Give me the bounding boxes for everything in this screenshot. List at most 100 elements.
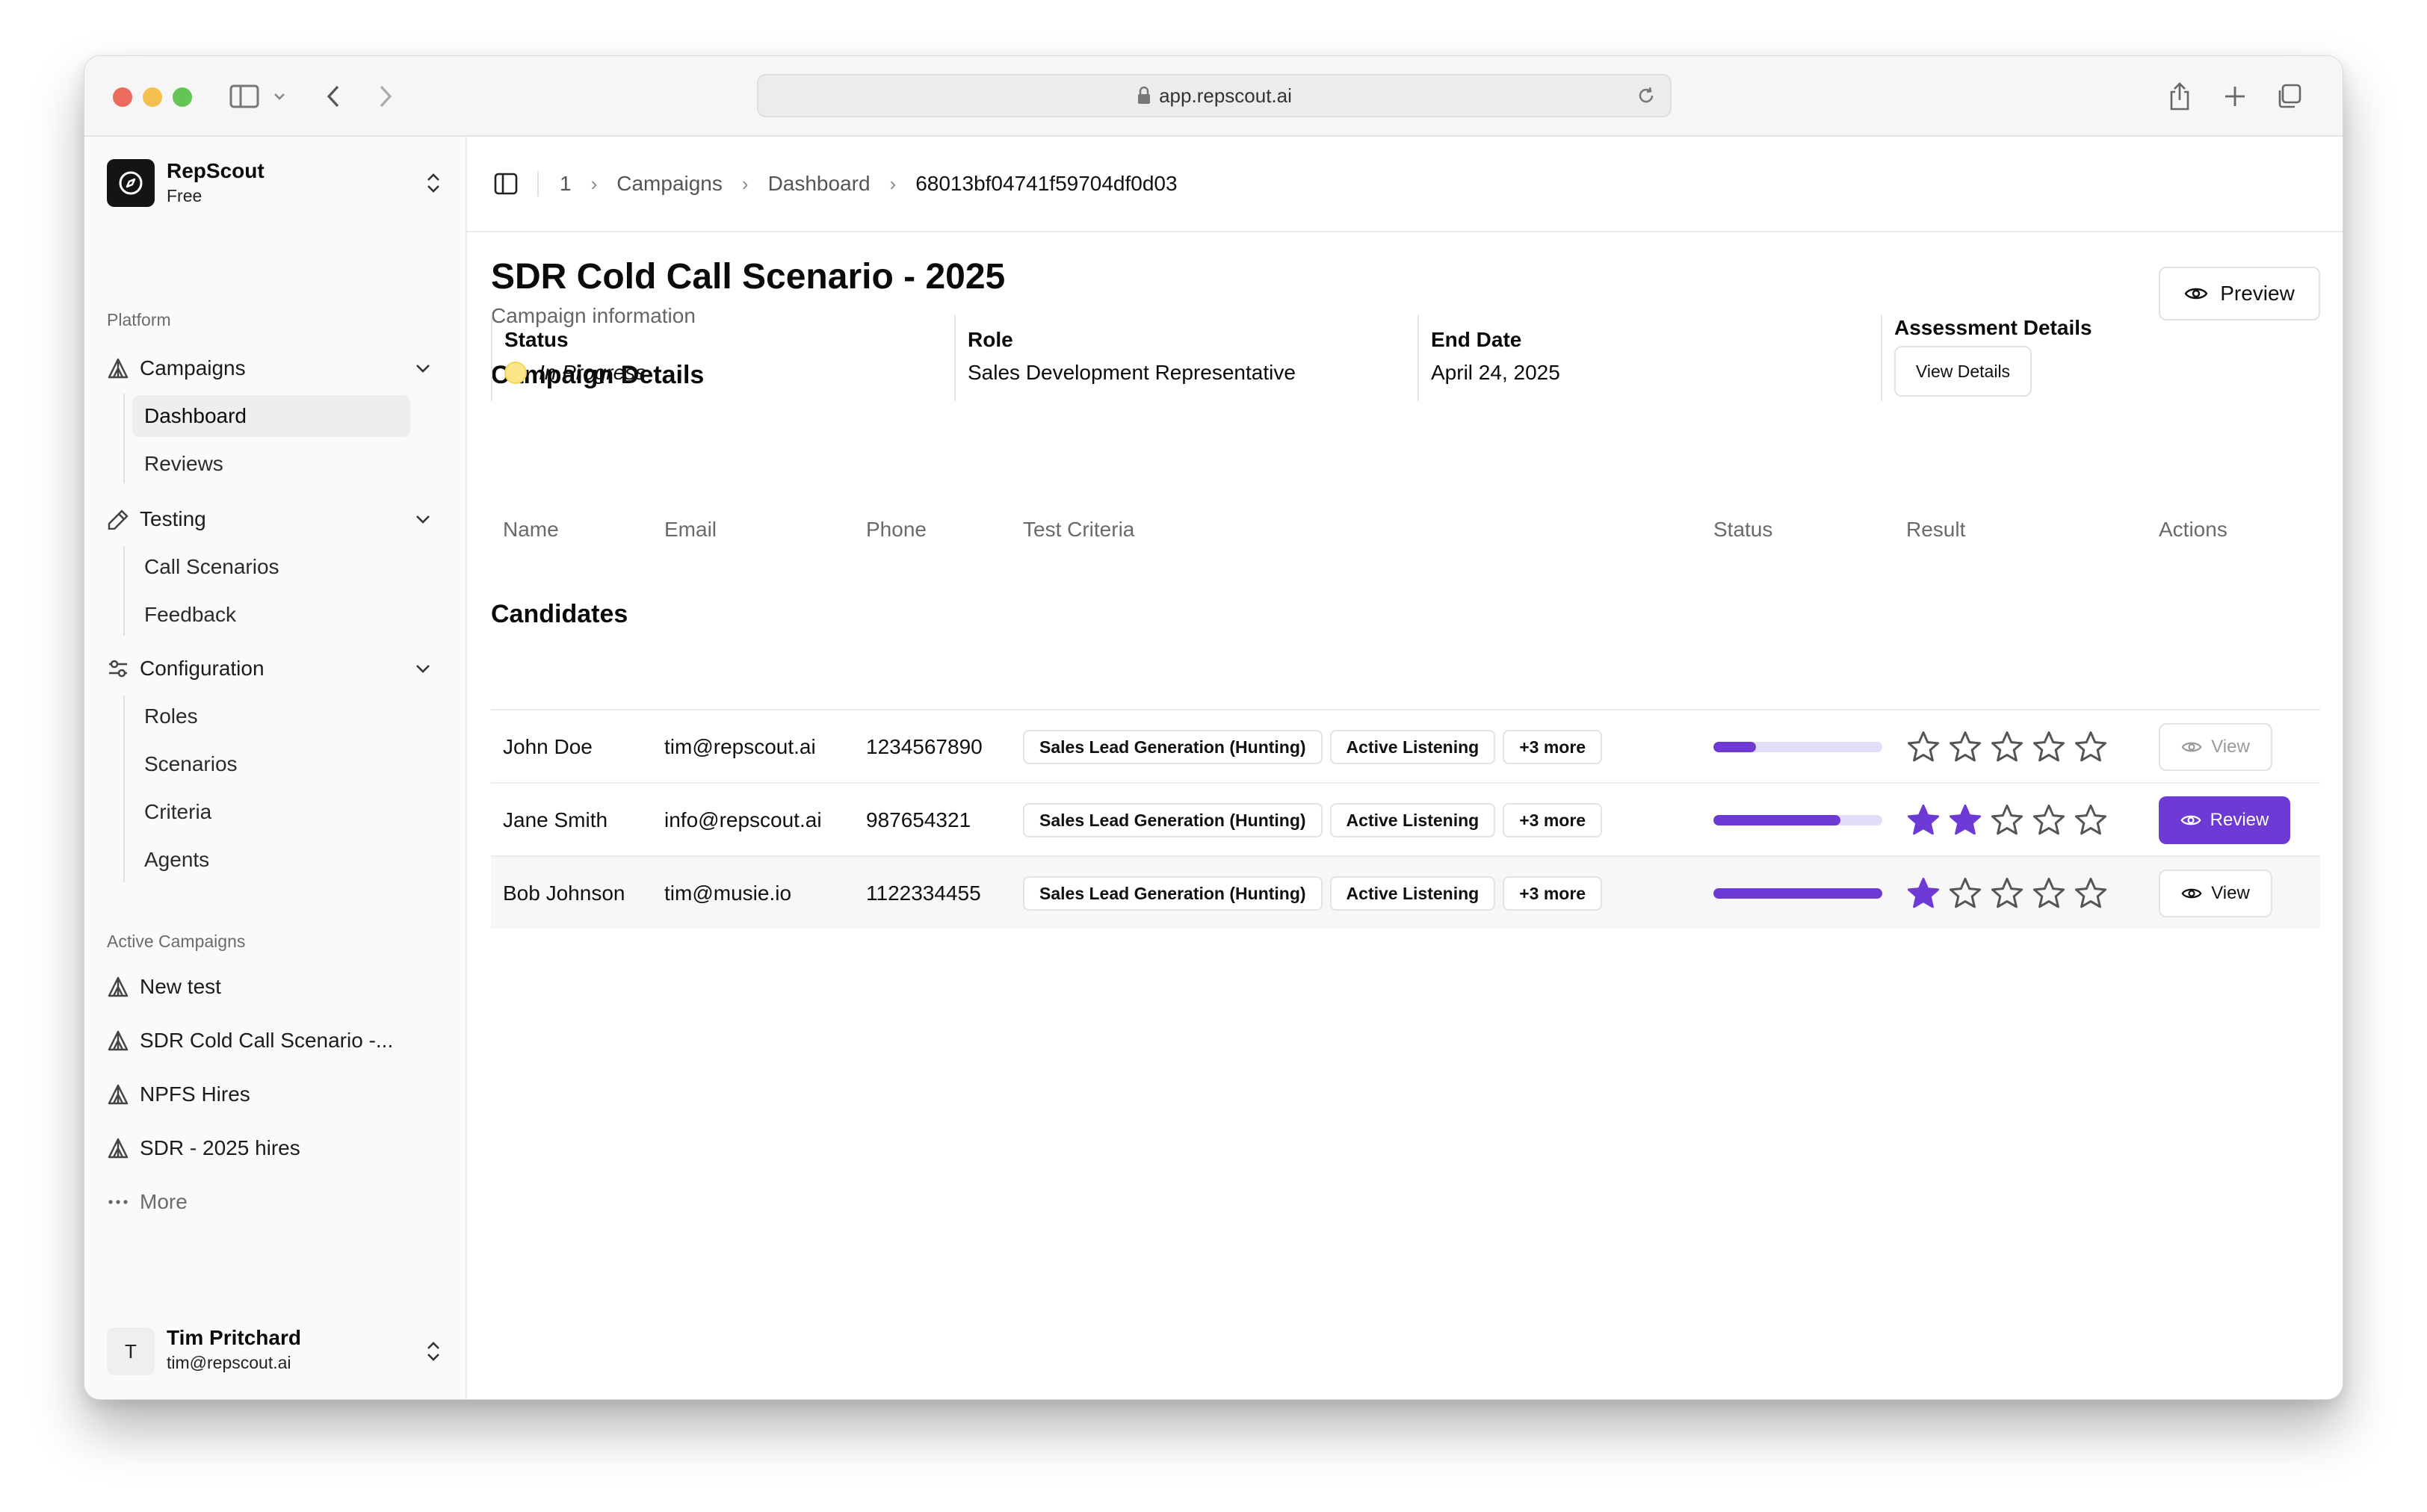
star-outline-icon [1907, 731, 1940, 762]
sidebar-item-roles[interactable]: Roles [132, 695, 410, 737]
table-row[interactable]: Jane Smith info@repscout.ai 987654321 Sa… [491, 782, 2320, 855]
star-rating [1906, 857, 2115, 930]
close-window-button[interactable] [113, 87, 132, 107]
breadcrumb-item[interactable]: Campaigns [616, 172, 723, 196]
active-campaign-item[interactable]: NPFS Hires [107, 1073, 250, 1115]
sidebar-item-scenarios[interactable]: Scenarios [132, 743, 410, 785]
star-outline-icon [2074, 804, 2107, 835]
table-row[interactable]: John Doe tim@repscout.ai 1234567890 Sale… [491, 709, 2320, 782]
minimize-window-button[interactable] [143, 87, 162, 107]
active-campaign-label: SDR - 2025 hires [140, 1136, 300, 1159]
review-button[interactable]: Review [2159, 796, 2290, 844]
share-icon[interactable] [2165, 80, 2195, 113]
chevron-down-icon[interactable] [415, 663, 431, 674]
tent-icon [108, 976, 129, 997]
more-campaigns-link[interactable]: More [107, 1181, 188, 1223]
star-outline-icon [2074, 731, 2107, 762]
end-date-label: End Date [1431, 328, 1522, 351]
org-switcher[interactable]: RepScout Free [107, 158, 442, 207]
status-dot [504, 362, 527, 384]
sidebar-item-reviews[interactable]: Reviews [132, 443, 410, 485]
chevron-right-icon: › [590, 172, 598, 195]
more-criteria-chip[interactable]: +3 more [1503, 876, 1603, 911]
sidebar-item-testing[interactable]: Testing [107, 498, 442, 540]
pencil-icon [108, 509, 129, 530]
compass-icon [119, 171, 143, 195]
active-campaign-label: SDR Cold Call Scenario -... [140, 1029, 394, 1052]
sidebar-item-agents[interactable]: Agents [132, 839, 410, 881]
criteria-chip: Active Listening [1329, 730, 1496, 764]
active-campaign-label: NPFS Hires [140, 1082, 250, 1106]
back-icon[interactable] [322, 83, 344, 110]
address-bar[interactable]: app.repscout.ai [757, 74, 1672, 117]
sidebar-item-criteria[interactable]: Criteria [132, 791, 410, 833]
criteria-chip: Sales Lead Generation (Hunting) [1023, 876, 1323, 911]
sidebar: RepScout Free Platform Campaigns Dashboa… [84, 137, 467, 1399]
active-campaign-item[interactable]: New test [107, 966, 221, 1008]
chevrons-up-down-icon [427, 173, 439, 193]
chevron-right-icon: › [741, 172, 749, 195]
sidebar-item-dashboard[interactable]: Dashboard [132, 395, 410, 437]
submenu-line [123, 546, 125, 636]
tent-icon [108, 1030, 129, 1051]
breadcrumb-divider [537, 171, 539, 196]
candidate-email: tim@musie.io [664, 882, 792, 905]
star-outline-icon [1991, 731, 2023, 762]
user-menu[interactable]: T Tim Pritchard tim@repscout.ai [107, 1324, 442, 1377]
view-button[interactable]: View [2159, 870, 2272, 917]
detail-assessment: Assessment Details View Details [1881, 315, 2320, 401]
view-details-button[interactable]: View Details [1894, 346, 2032, 397]
active-campaign-item[interactable]: SDR - 2025 hires [107, 1127, 300, 1169]
sidebar-toggle-icon[interactable] [494, 173, 518, 195]
sidebar-item-feedback[interactable]: Feedback [132, 594, 410, 636]
review-label: Review [2210, 810, 2269, 830]
criteria-chip: Sales Lead Generation (Hunting) [1023, 730, 1323, 764]
star-filled-icon [1907, 804, 1940, 835]
candidate-phone: 1122334455 [866, 882, 981, 905]
url-text: app.repscout.ai [1159, 84, 1292, 107]
tent-icon [108, 358, 129, 379]
chevron-down-icon[interactable] [271, 86, 288, 107]
zoom-window-button[interactable] [173, 87, 192, 107]
candidate-phone: 1234567890 [866, 735, 983, 758]
sidebar-item-configuration[interactable]: Configuration [107, 648, 442, 690]
tent-icon [108, 1138, 129, 1159]
new-tab-icon[interactable] [2220, 81, 2250, 111]
chevron-down-icon[interactable] [415, 363, 431, 374]
test-criteria: Sales Lead Generation (Hunting) Active L… [1023, 784, 1610, 857]
browser-window: app.repscout.ai RepScout Free Platform C… [84, 55, 2343, 1400]
tab-overview-icon[interactable] [2274, 81, 2304, 111]
forward-icon[interactable] [374, 83, 397, 110]
reload-icon[interactable] [1636, 85, 1657, 106]
submenu-line [123, 695, 125, 882]
candidate-name: John Doe [503, 735, 593, 758]
test-criteria: Sales Lead Generation (Hunting) Active L… [1023, 857, 1610, 930]
progress-status [1713, 710, 1882, 784]
more-criteria-chip[interactable]: +3 more [1503, 730, 1603, 764]
actions: Review [2159, 784, 2290, 857]
sidebar-item-label: Campaigns [140, 356, 246, 379]
eye-icon [2181, 888, 2202, 899]
status-label: Status [504, 328, 569, 351]
star-filled-icon [1949, 804, 1982, 835]
chevron-down-icon[interactable] [415, 514, 431, 524]
table-row[interactable]: Bob Johnson tim@musie.io 1122334455 Sale… [491, 855, 2320, 929]
column-header-status: Status [1713, 518, 1773, 541]
more-criteria-chip[interactable]: +3 more [1503, 803, 1603, 837]
criteria-chip: Active Listening [1329, 876, 1496, 911]
breadcrumb-current: 68013bf04741f59704df0d03 [915, 172, 1178, 195]
view-button[interactable]: View [2159, 723, 2272, 771]
view-label: View [2211, 883, 2250, 903]
actions: View [2159, 710, 2272, 784]
sidebar-toggle-icon[interactable] [228, 83, 261, 110]
chevron-right-icon: › [889, 172, 897, 195]
candidate-name: Jane Smith [503, 808, 608, 831]
preview-button[interactable]: Preview [2159, 267, 2320, 320]
breadcrumb-item[interactable]: 1 [560, 172, 572, 196]
org-name: RepScout [167, 159, 265, 182]
sidebar-item-campaigns[interactable]: Campaigns [107, 347, 442, 389]
more-label: More [140, 1190, 188, 1213]
breadcrumb-item[interactable]: Dashboard [768, 172, 871, 196]
active-campaign-item[interactable]: SDR Cold Call Scenario -... [107, 1020, 393, 1062]
sidebar-item-call-scenarios[interactable]: Call Scenarios [132, 546, 410, 588]
